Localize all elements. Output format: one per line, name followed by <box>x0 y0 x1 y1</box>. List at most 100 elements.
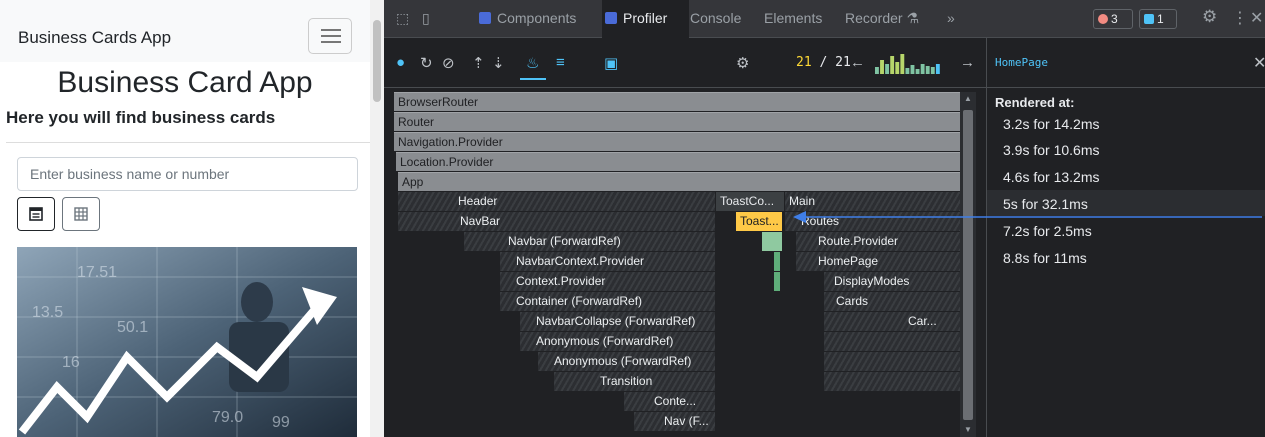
tab-elements[interactable]: Elements <box>764 10 822 26</box>
flame-node-green[interactable] <box>774 252 780 271</box>
flame-node[interactable]: Container (ForwardRef) <box>500 292 715 311</box>
devtools-panel: ⬚ ▯ Components Profiler Console Elements… <box>384 0 1265 437</box>
scroll-up-icon[interactable]: ▲ <box>964 94 972 103</box>
flame-node[interactable]: HomePage <box>796 252 960 271</box>
flame-node[interactable]: Location.Provider <box>396 152 960 171</box>
previous-commit-icon[interactable]: ← <box>850 54 865 71</box>
flame-node[interactable]: ToastCo... <box>716 192 784 211</box>
close-icon[interactable]: ✕ <box>1253 53 1265 73</box>
clear-icon[interactable]: ⊘ <box>442 54 455 72</box>
commit-bar[interactable] <box>920 64 925 74</box>
next-commit-icon[interactable]: → <box>960 54 975 71</box>
hamburger-icon <box>321 29 341 31</box>
commit-bar[interactable] <box>905 68 910 74</box>
flame-node-small[interactable] <box>824 372 960 391</box>
flame-node[interactable]: Navigation.Provider <box>394 132 960 151</box>
close-devtools-icon[interactable]: ✕ <box>1250 8 1263 28</box>
inspect-element-icon[interactable]: ⬚ <box>396 10 409 27</box>
flame-node[interactable]: Routes <box>785 212 960 231</box>
flame-node[interactable]: Nav (F... <box>634 412 715 431</box>
commit-bar[interactable] <box>925 66 930 74</box>
render-entry[interactable]: 5s for 32.1ms <box>1003 196 1088 212</box>
messages-badge[interactable]: 1 <box>1139 9 1177 29</box>
render-entry[interactable]: 7.2s for 2.5ms <box>1003 223 1092 239</box>
commit-bar[interactable] <box>875 67 879 74</box>
more-tabs-button[interactable]: » <box>947 10 955 26</box>
commit-bar[interactable] <box>915 69 920 74</box>
flame-node[interactable]: Car... <box>824 312 960 331</box>
search-input[interactable] <box>17 157 358 191</box>
table-view-button[interactable] <box>17 197 55 231</box>
flame-node[interactable]: BrowserRouter <box>394 92 960 111</box>
commit-bar[interactable] <box>890 56 895 74</box>
errors-badge[interactable]: 3 <box>1093 9 1133 29</box>
messages-count: 1 <box>1157 12 1164 26</box>
device-toolbar-icon[interactable]: ▯ <box>422 10 430 27</box>
tab-recorder[interactable]: Recorder ⚗ <box>845 10 919 27</box>
commit-bar[interactable] <box>910 65 915 74</box>
navbar-toggler-button[interactable] <box>308 18 352 54</box>
app-navbar: Business Cards App <box>0 0 370 62</box>
render-entry[interactable]: 3.2s for 14.2ms <box>1003 116 1100 132</box>
flame-node[interactable]: Toast... <box>736 212 782 231</box>
scroll-down-icon[interactable]: ▼ <box>964 425 972 434</box>
profiler-settings-icon[interactable]: ⚙ <box>736 54 749 72</box>
record-icon[interactable]: ● <box>396 54 405 71</box>
flame-node[interactable]: DisplayModes <box>824 272 960 291</box>
commit-bar[interactable] <box>880 60 884 74</box>
flame-node-small[interactable] <box>824 352 960 371</box>
flame-node[interactable]: Header <box>398 192 715 211</box>
screenshot-root: Business Cards App Business Card App Her… <box>0 0 1265 437</box>
commit-bar[interactable] <box>895 62 900 74</box>
render-entry[interactable]: 8.8s for 11ms <box>1003 250 1087 266</box>
reload-profile-icon[interactable]: ↻ <box>420 54 433 72</box>
commit-bar[interactable] <box>885 64 890 74</box>
flame-node[interactable]: NavbarContext.Provider <box>500 252 715 271</box>
flame-node[interactable]: Navbar (ForwardRef) <box>464 232 715 251</box>
tab-profiler[interactable]: Profiler <box>605 10 667 26</box>
flame-node-green[interactable] <box>774 272 780 291</box>
commit-bar-chart[interactable] <box>875 52 941 74</box>
page-title: Business Card App <box>57 66 313 99</box>
flamegraph-scrollbar[interactable]: ▲ ▼ <box>960 92 976 437</box>
tab-console[interactable]: Console <box>690 10 741 26</box>
flame-node[interactable]: NavBar <box>398 212 715 231</box>
flame-node-small[interactable] <box>824 332 960 351</box>
timeline-icon[interactable]: ▣ <box>604 54 618 72</box>
grid-view-button[interactable] <box>62 197 100 231</box>
flame-node-green[interactable] <box>762 232 782 251</box>
flame-node[interactable]: Anonymous (ForwardRef) <box>538 352 715 371</box>
flame-node[interactable]: Transition <box>554 372 715 391</box>
save-profile-icon[interactable]: ⇣ <box>492 54 505 72</box>
flame-node[interactable]: NavbarCollapse (ForwardRef) <box>520 312 715 331</box>
scrollbar-thumb[interactable] <box>963 110 973 420</box>
rendered-at-label: Rendered at: <box>995 95 1075 110</box>
kebab-menu-icon[interactable]: ⋮ <box>1232 8 1248 28</box>
flame-node[interactable]: Context.Provider <box>500 272 715 291</box>
load-profile-icon[interactable]: ⇡ <box>472 54 485 72</box>
ranked-chart-icon[interactable]: ≡ <box>556 54 565 71</box>
render-entry[interactable]: 4.6s for 13.2ms <box>1003 169 1100 185</box>
flame-node[interactable]: Router <box>394 112 960 131</box>
flamegraph-icon[interactable]: ♨ <box>526 54 539 72</box>
navbar-brand[interactable]: Business Cards App <box>18 28 171 48</box>
commit-bar[interactable] <box>935 64 940 74</box>
commit-bar[interactable] <box>900 54 905 74</box>
flame-node[interactable]: App <box>398 172 960 191</box>
image-number: 17.51 <box>77 264 117 281</box>
flame-node[interactable]: Anonymous (ForwardRef) <box>520 332 715 351</box>
flame-node[interactable]: Conte... <box>624 392 715 411</box>
flame-node[interactable]: Route.Provider <box>796 232 960 251</box>
commit-bar[interactable] <box>930 67 935 74</box>
flame-node[interactable]: Cards <box>824 292 960 311</box>
flask-icon: ⚗ <box>906 10 920 26</box>
settings-gear-icon[interactable]: ⚙ <box>1202 7 1217 27</box>
commit-counter: 21 / 21 <box>796 55 851 70</box>
divider <box>6 142 370 143</box>
app-scrollbar[interactable] <box>370 0 384 437</box>
render-entry[interactable]: 3.9s for 10.6ms <box>1003 142 1100 158</box>
image-number: 79.0 <box>212 409 243 426</box>
tab-components[interactable]: Components <box>479 10 576 26</box>
scrollbar-thumb[interactable] <box>373 20 381 102</box>
flame-node[interactable]: Main <box>785 192 960 211</box>
